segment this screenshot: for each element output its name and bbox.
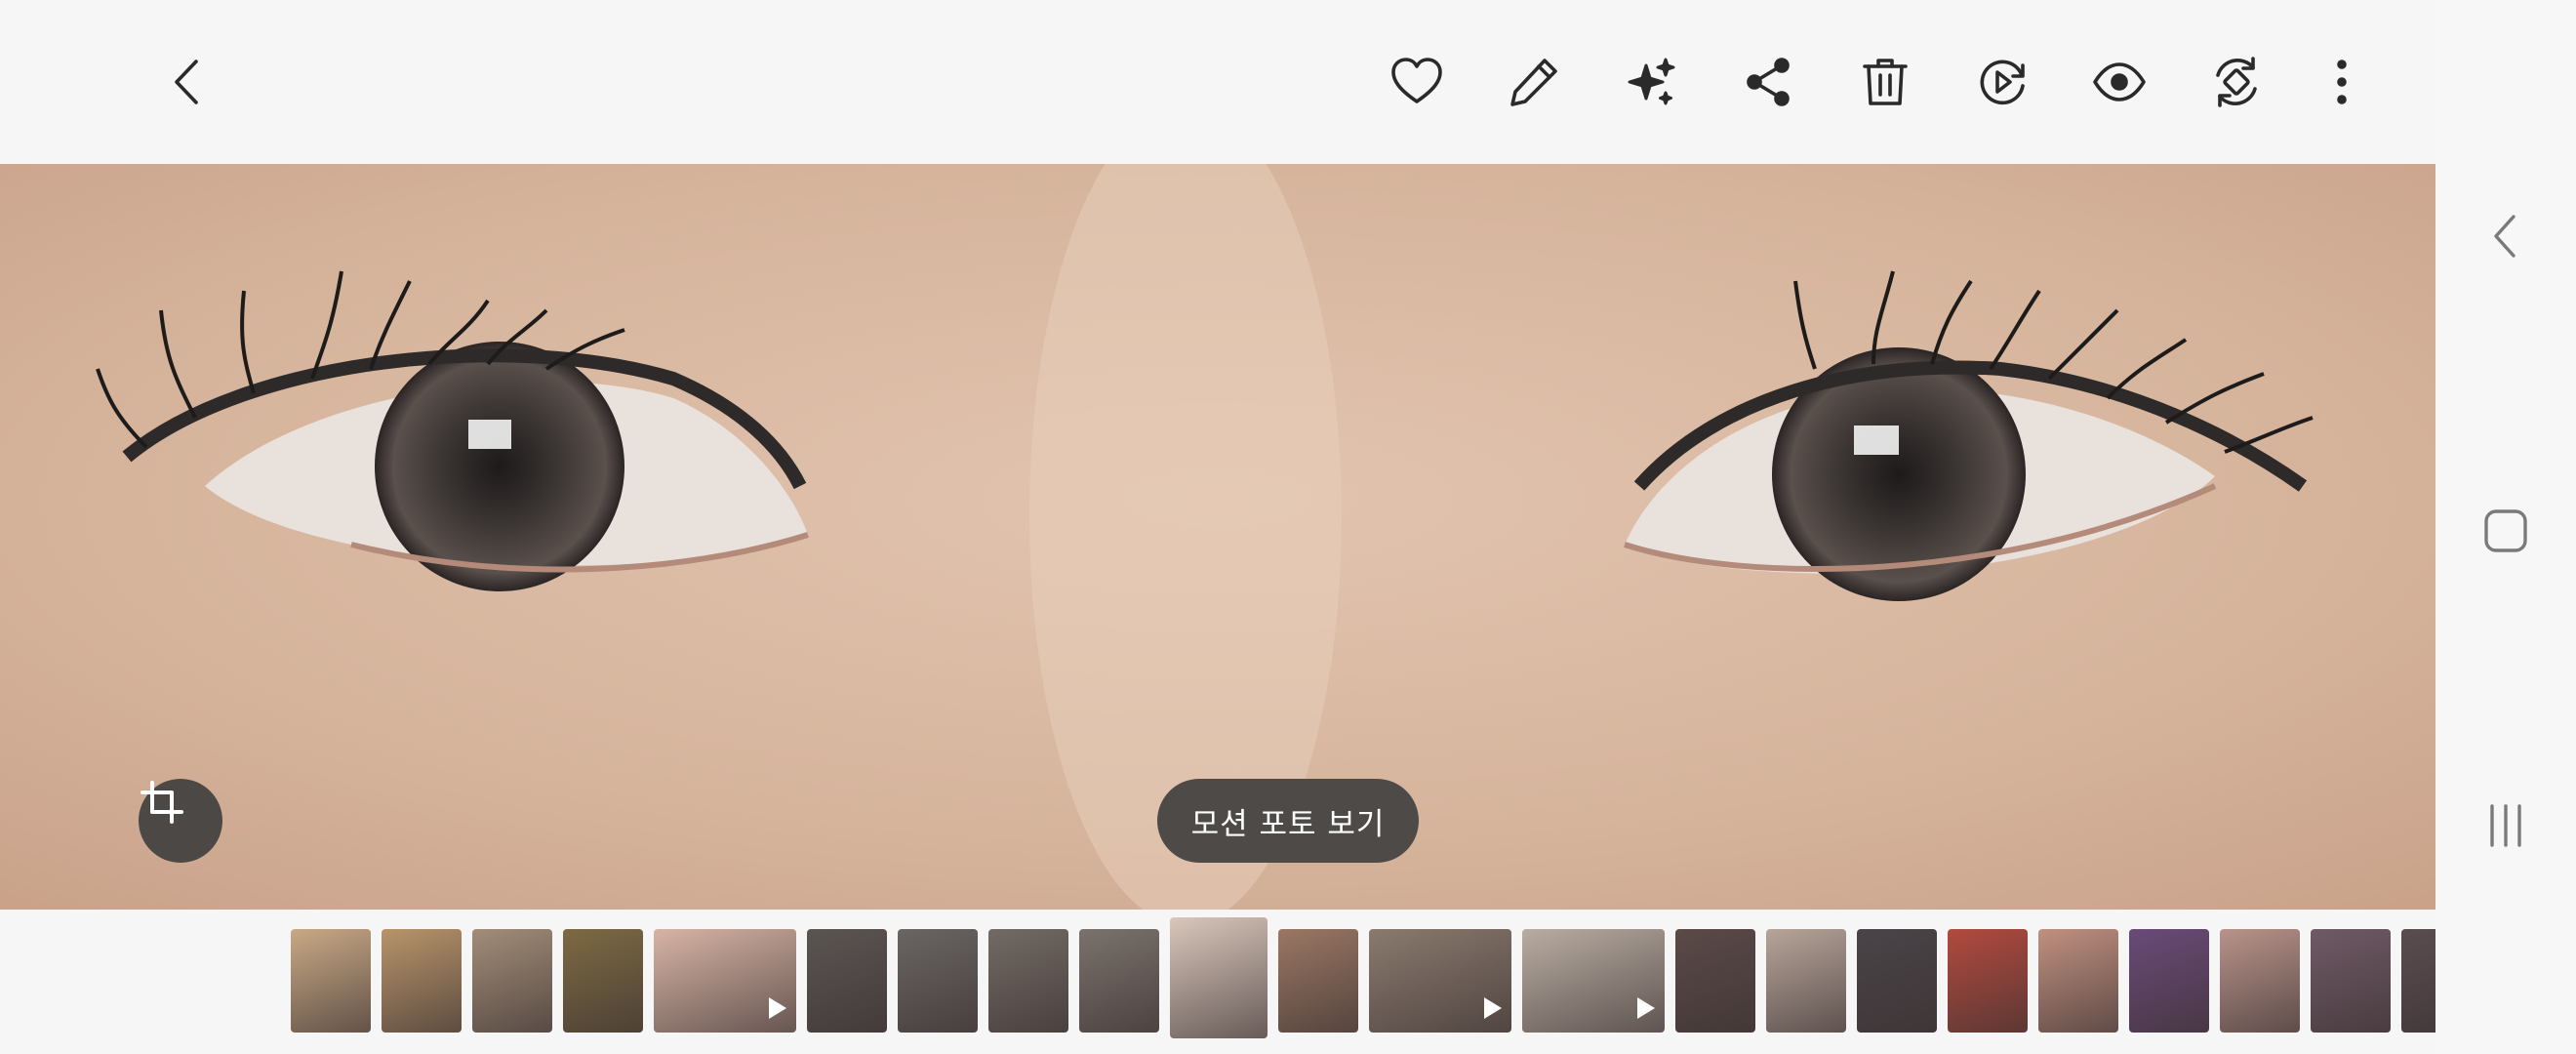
- sparkle-icon[interactable]: [1608, 39, 1694, 125]
- share-icon[interactable]: [1725, 39, 1811, 125]
- eye-icon[interactable]: [2076, 39, 2162, 125]
- thumbnail[interactable]: [1948, 929, 2028, 1033]
- thumbnail[interactable]: [1369, 929, 1511, 1033]
- motion-photo-label: 모션 포토 보기: [1190, 806, 1386, 842]
- thumbnail[interactable]: [2311, 929, 2391, 1033]
- back-nav-icon[interactable]: [2457, 187, 2555, 285]
- thumbnail[interactable]: [382, 929, 462, 1033]
- recents-nav-icon[interactable]: [2457, 777, 2555, 874]
- thumbnail[interactable]: [1278, 929, 1358, 1033]
- trash-icon[interactable]: [1842, 39, 1928, 125]
- thumbnail[interactable]: [1766, 929, 1846, 1033]
- top-toolbar: [0, 0, 2435, 164]
- video-play-icon: [769, 997, 786, 1019]
- thumbnail[interactable]: [2401, 929, 2435, 1033]
- pencil-icon[interactable]: [1491, 39, 1577, 125]
- thumbnail-current[interactable]: [1170, 917, 1268, 1038]
- heart-icon[interactable]: [1374, 39, 1460, 125]
- thumbnail[interactable]: [988, 929, 1068, 1033]
- rotate-icon[interactable]: [2194, 39, 2279, 125]
- thumbnail[interactable]: [898, 929, 978, 1033]
- home-nav-icon[interactable]: [2457, 482, 2555, 580]
- gallery-viewer: 모션 포토 보기: [0, 0, 2576, 1054]
- thumbnail[interactable]: [1675, 929, 1755, 1033]
- video-play-icon: [1484, 997, 1502, 1019]
- more-icon[interactable]: [2299, 39, 2385, 125]
- thumbnail[interactable]: [2129, 929, 2209, 1033]
- thumbnail[interactable]: [807, 929, 887, 1033]
- thumbnail[interactable]: [472, 929, 552, 1033]
- video-play-icon: [1637, 997, 1655, 1019]
- photo-view[interactable]: 모션 포토 보기: [0, 164, 2435, 910]
- system-nav-bar: [2435, 0, 2576, 1054]
- thumbnail[interactable]: [1079, 929, 1159, 1033]
- thumbnail[interactable]: [1522, 929, 1665, 1033]
- thumbnail[interactable]: [563, 929, 643, 1033]
- crop-button[interactable]: [139, 779, 222, 863]
- thumbnail[interactable]: [1857, 929, 1937, 1033]
- back-icon[interactable]: [146, 39, 232, 125]
- thumbnail[interactable]: [291, 929, 371, 1033]
- thumbnail[interactable]: [654, 929, 796, 1033]
- thumbnail[interactable]: [2038, 929, 2118, 1033]
- thumbnail[interactable]: [2220, 929, 2300, 1033]
- motion-play-icon[interactable]: [1959, 39, 2045, 125]
- motion-photo-button[interactable]: 모션 포토 보기: [1157, 779, 1419, 863]
- crop-icon: [141, 781, 183, 824]
- thumbnail-filmstrip[interactable]: [0, 910, 2435, 1054]
